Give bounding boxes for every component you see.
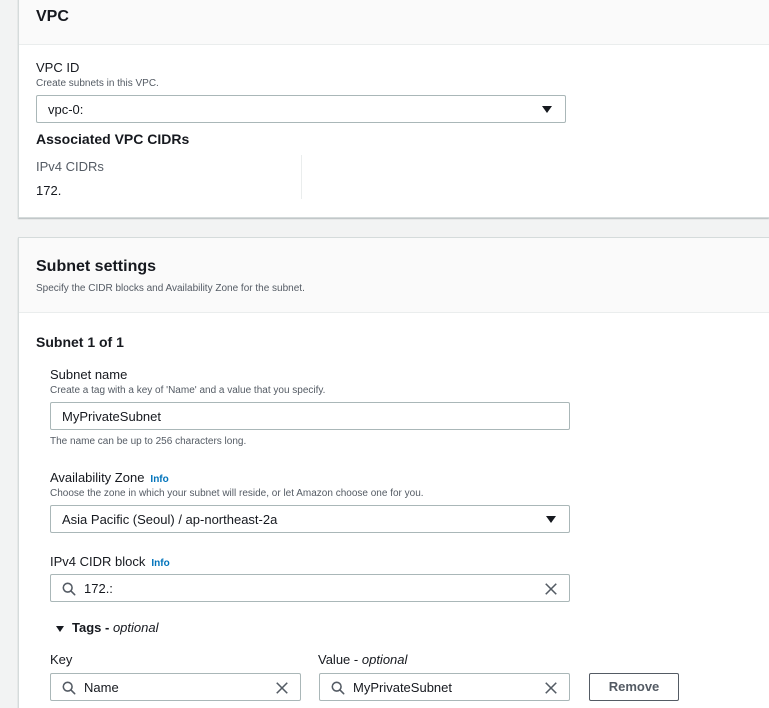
- ipv4-cidr-block-info-link[interactable]: Info: [151, 558, 169, 569]
- tag-key-value: Name: [84, 680, 119, 695]
- availability-zone-info-link[interactable]: Info: [150, 474, 168, 485]
- search-icon: [62, 681, 76, 695]
- subnet-name-hint: The name can be up to 256 characters lon…: [50, 436, 247, 447]
- availability-zone-label-text: Availability Zone: [50, 470, 145, 485]
- vpc-panel: VPC VPC ID Create subnets in this VPC. v…: [18, 0, 769, 218]
- vpc-panel-header: VPC: [19, 0, 769, 45]
- ipv4-cidr-block-label: IPv4 CIDR block Info: [50, 554, 170, 569]
- tag-value-label-text: Value -: [318, 652, 359, 667]
- vpc-id-label: VPC ID: [36, 60, 80, 75]
- ipv4-cidr-block-input[interactable]: 172.:: [50, 574, 570, 602]
- subnet-heading: Subnet 1 of 1: [36, 334, 124, 350]
- search-icon: [331, 681, 345, 695]
- caret-down-icon: [542, 106, 552, 113]
- close-icon[interactable]: [275, 681, 289, 695]
- availability-zone-description: Choose the zone in which your subnet wil…: [50, 488, 424, 499]
- tag-value-optional-label: optional: [361, 652, 408, 667]
- caret-down-icon: [546, 516, 556, 523]
- availability-zone-value: Asia Pacific (Seoul) / ap-northeast-2a: [62, 512, 278, 527]
- ipv4-cidr-block-value: 172.:: [84, 581, 113, 596]
- tag-value-input[interactable]: MyPrivateSubnet: [319, 673, 570, 701]
- caret-down-icon: [56, 625, 64, 632]
- subnet-name-description: Create a tag with a key of 'Name' and a …: [50, 385, 326, 396]
- tags-optional-label: optional: [112, 620, 159, 635]
- vpc-id-value: vpc-0:: [48, 102, 84, 117]
- remove-tag-button[interactable]: Remove: [589, 673, 679, 701]
- ipv4-cidrs-value: 172.: [36, 183, 62, 198]
- ipv4-cidr-block-label-text: IPv4 CIDR block: [50, 554, 146, 569]
- vpc-section-title: VPC: [36, 8, 69, 25]
- subnet-settings-panel: Subnet settings Specify the CIDR blocks …: [18, 237, 769, 708]
- availability-zone-select[interactable]: Asia Pacific (Seoul) / ap-northeast-2a: [50, 505, 570, 533]
- column-divider: [301, 155, 302, 199]
- vpc-id-select[interactable]: vpc-0:: [36, 95, 566, 123]
- associated-cidrs-title: Associated VPC CIDRs: [36, 131, 190, 147]
- subnet-settings-title: Subnet settings: [36, 258, 157, 275]
- tag-key-input[interactable]: Name: [50, 673, 301, 701]
- tags-label: Tags -: [72, 620, 110, 635]
- availability-zone-label: Availability Zone Info: [50, 470, 169, 485]
- subnet-name-input[interactable]: MyPrivateSubnet: [50, 402, 570, 430]
- search-icon: [62, 582, 76, 596]
- ipv4-cidrs-label: IPv4 CIDRs: [36, 159, 104, 174]
- close-icon[interactable]: [544, 582, 558, 596]
- subnet-panel-header: Subnet settings Specify the CIDR blocks …: [19, 238, 769, 313]
- tag-value-label: Value - optional: [318, 652, 407, 667]
- subnet-name-value: MyPrivateSubnet: [62, 409, 161, 424]
- tags-expander[interactable]: Tags - optional: [56, 620, 159, 635]
- subnet-name-label: Subnet name: [50, 367, 128, 382]
- subnet-settings-description: Specify the CIDR blocks and Availability…: [36, 283, 305, 294]
- vpc-id-description: Create subnets in this VPC.: [36, 78, 159, 89]
- close-icon[interactable]: [544, 681, 558, 695]
- tag-value-value: MyPrivateSubnet: [353, 680, 452, 695]
- tag-key-label: Key: [50, 652, 73, 667]
